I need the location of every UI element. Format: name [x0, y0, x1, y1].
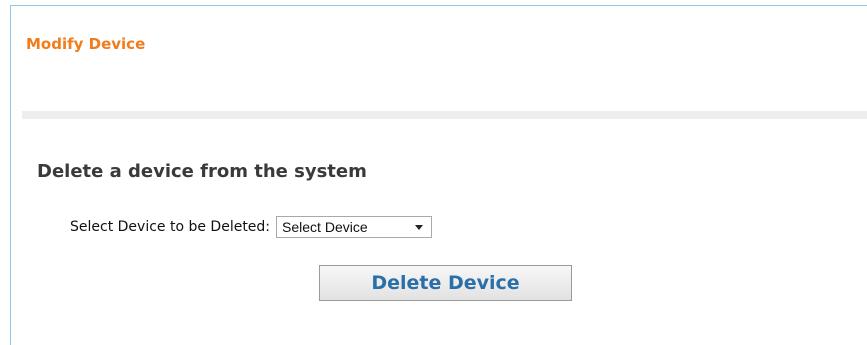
- device-select-row: Select Device to be Deleted: Select Devi…: [70, 216, 433, 238]
- device-select-value: Select Device: [282, 219, 368, 235]
- delete-device-button[interactable]: Delete Device: [319, 265, 572, 301]
- panel-title: Modify Device: [26, 35, 146, 53]
- delete-section-heading: Delete a device from the system: [37, 161, 367, 182]
- device-select-label: Select Device to be Deleted:: [70, 219, 271, 235]
- section-divider: [22, 111, 867, 119]
- chevron-down-icon: [415, 225, 424, 230]
- device-select-dropdown[interactable]: Select Device: [276, 216, 433, 238]
